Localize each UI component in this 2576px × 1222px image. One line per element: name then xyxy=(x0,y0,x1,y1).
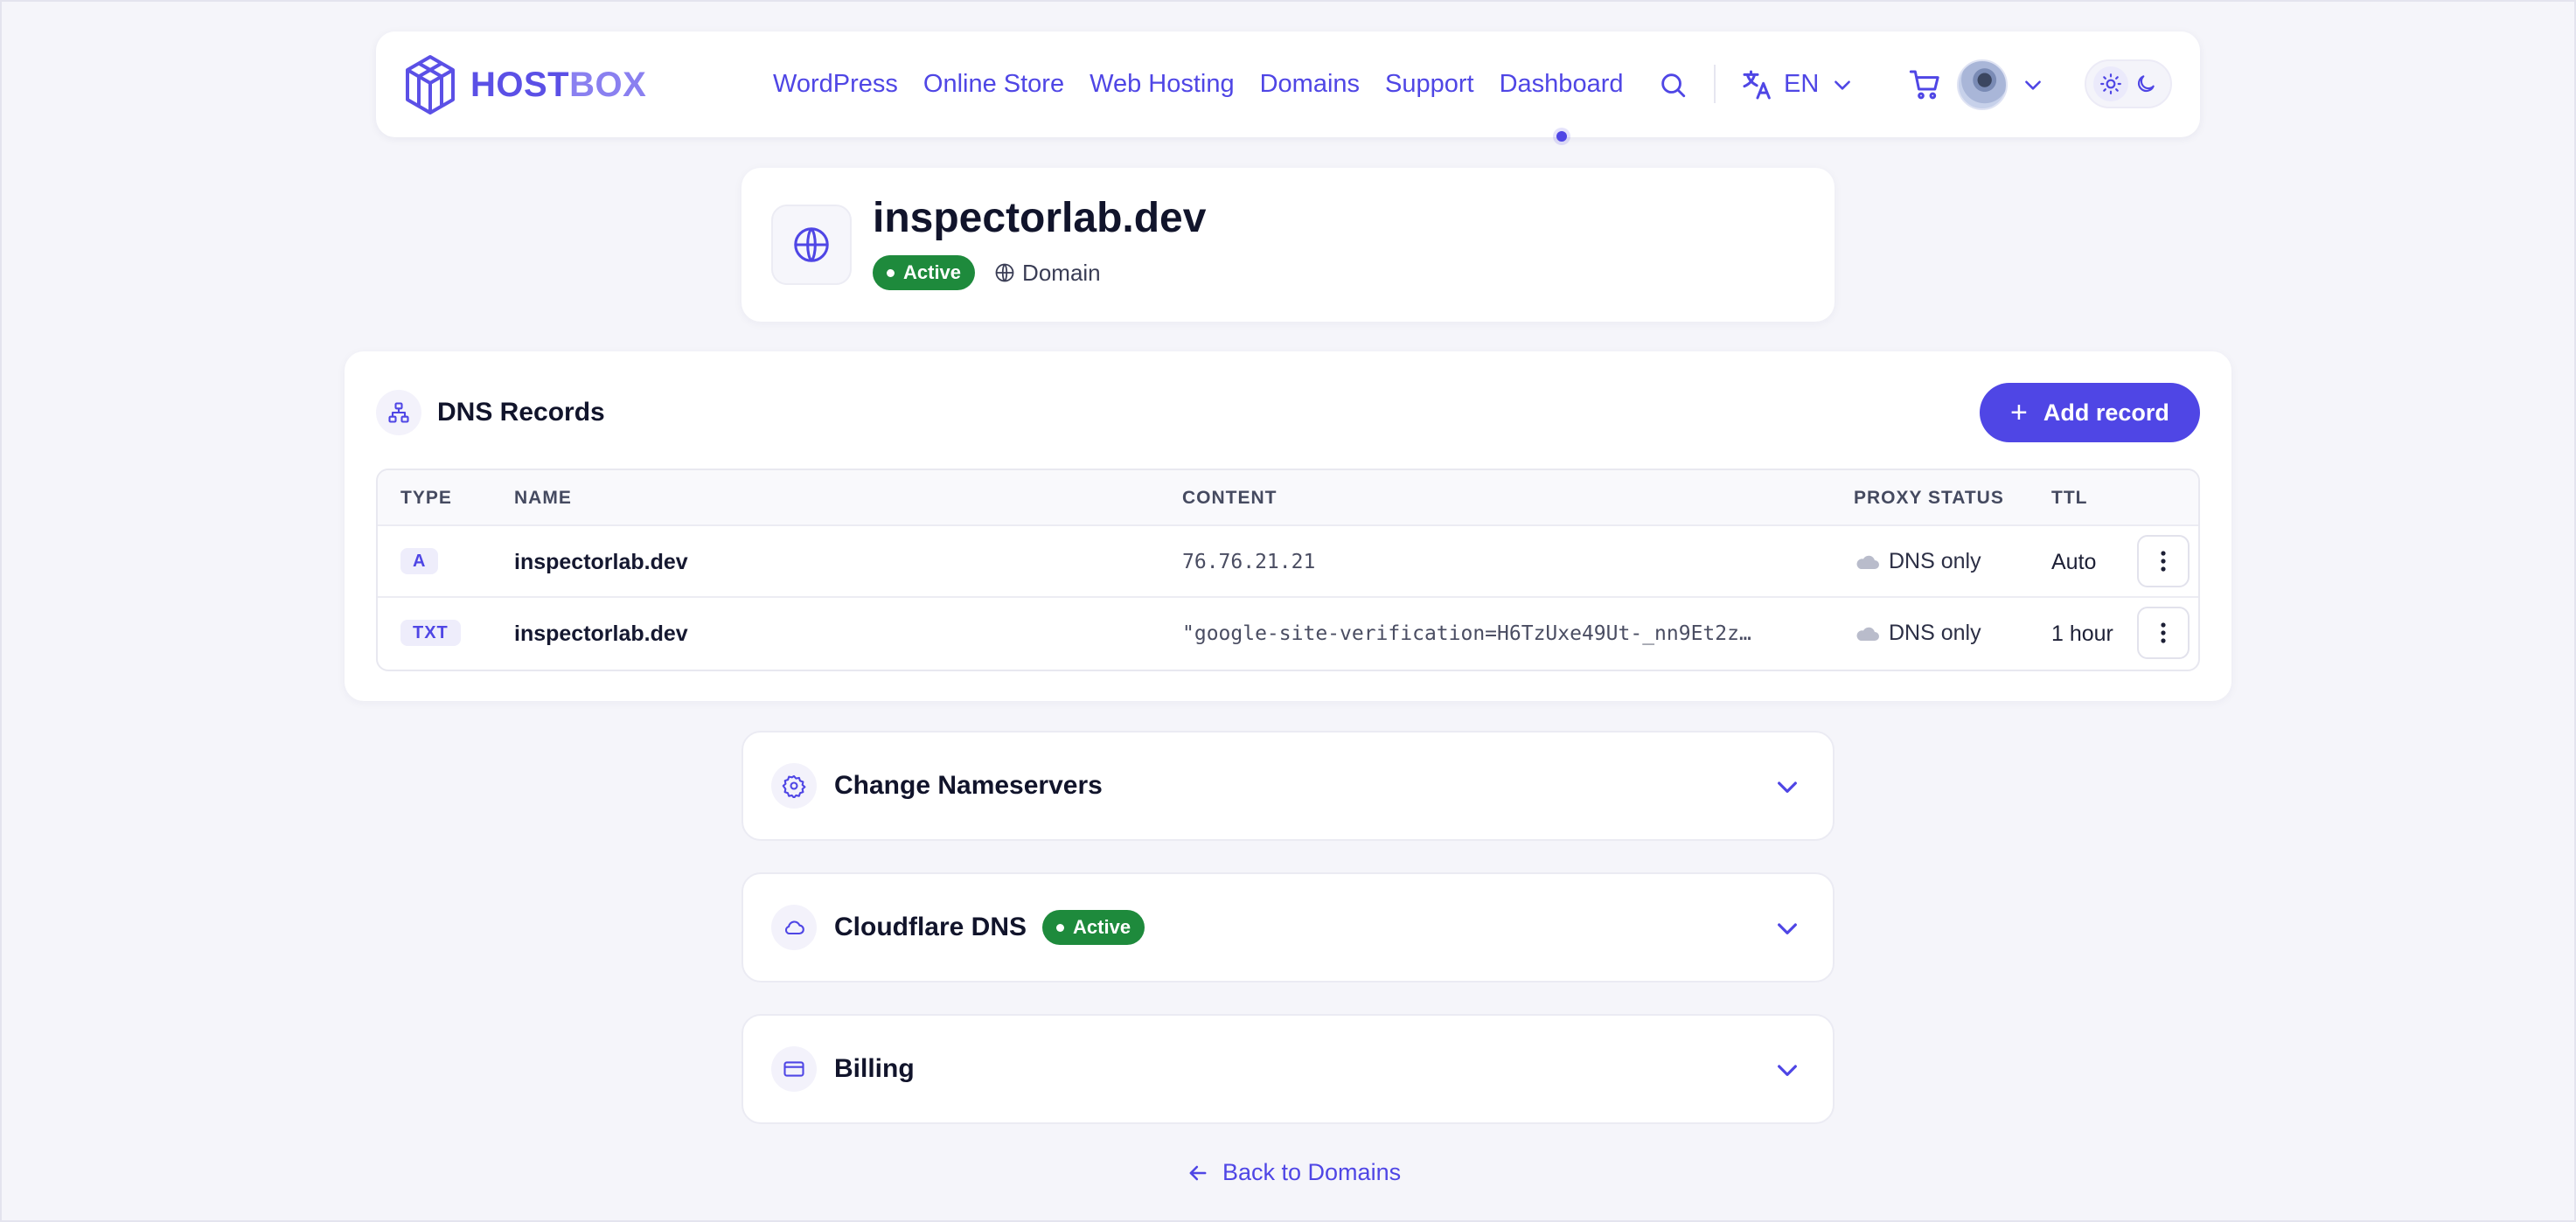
back-to-domains-link[interactable]: Back to Domains xyxy=(1186,1159,1401,1186)
record-actions-button[interactable] xyxy=(2137,607,2190,659)
more-vertical-icon xyxy=(2161,551,2166,572)
language-code: EN xyxy=(1784,70,1820,98)
status-dot xyxy=(1056,923,1065,932)
main-nav: WordPress Online Store Web Hosting Domai… xyxy=(773,31,1648,142)
record-proxy-status: DNS only xyxy=(1854,549,1981,574)
translate-icon xyxy=(1743,70,1771,99)
column-ttl: TTL xyxy=(2051,488,2088,508)
record-content: 76.76.21.21 xyxy=(1182,551,1316,573)
user-menu[interactable] xyxy=(1957,31,2044,137)
globe-icon xyxy=(995,263,1014,282)
accordion-header: Billing xyxy=(771,1046,915,1092)
globe-icon xyxy=(794,227,829,262)
section-title: Cloudflare DNS xyxy=(834,913,1027,941)
column-proxy-status: PROXY STATUS xyxy=(1854,488,2004,508)
section-title: Change Nameservers xyxy=(834,771,1103,800)
chevron-down-icon xyxy=(2025,80,2041,90)
nav-separator xyxy=(1714,65,1716,103)
cloud-icon xyxy=(1856,627,1879,641)
brand-name: HOSTBOX xyxy=(470,65,647,104)
nav-domains[interactable]: Domains xyxy=(1260,70,1360,99)
dns-records-title: DNS Records xyxy=(437,398,605,427)
table-header: TYPE NAME CONTENT PROXY STATUS TTL xyxy=(378,470,2198,526)
dns-records-card: DNS Records + Add record TYPE NAME CONTE… xyxy=(345,351,2231,701)
avatar xyxy=(1957,59,2008,110)
chevron-down-icon xyxy=(1835,80,1851,90)
dns-records-table: TYPE NAME CONTENT PROXY STATUS TTL A ins… xyxy=(376,469,2200,671)
nav-wordpress[interactable]: WordPress xyxy=(773,70,898,99)
light-mode-option[interactable] xyxy=(2093,66,2128,101)
record-proxy-status: DNS only xyxy=(1854,621,1981,646)
record-actions-button[interactable] xyxy=(2137,535,2190,587)
hexagon-cube-icon xyxy=(406,55,455,115)
table-row[interactable]: A inspectorlab.dev 76.76.21.21 DNS only … xyxy=(378,526,2198,598)
nav-support[interactable]: Support xyxy=(1385,70,1474,99)
search-button[interactable] xyxy=(1658,31,1688,137)
record-content: "google-site-verification=H6TzUxe49Ut-_n… xyxy=(1182,622,1751,645)
billing-section[interactable]: Billing xyxy=(741,1014,1835,1124)
record-ttl: Auto xyxy=(2051,550,2097,574)
status-badge: Active xyxy=(873,255,976,290)
column-name: NAME xyxy=(514,488,572,508)
nav-web-hosting[interactable]: Web Hosting xyxy=(1090,70,1235,99)
credit-card-icon xyxy=(771,1046,817,1092)
section-title: Billing xyxy=(834,1054,915,1083)
domain-kind: Domain xyxy=(994,260,1101,287)
record-name: inspectorlab.dev xyxy=(514,621,688,646)
change-nameservers-section[interactable]: Change Nameservers xyxy=(741,731,1835,841)
top-navbar: HOSTBOX WordPress Online Store Web Hosti… xyxy=(376,31,2200,142)
accordion-header: Change Nameservers xyxy=(771,763,1103,809)
cloudflare-dns-section[interactable]: Cloudflare DNS Active xyxy=(741,872,1835,982)
domain-header-card: inspectorlab.dev Active Domain xyxy=(741,168,1835,322)
dns-records-header: DNS Records xyxy=(376,390,605,435)
cart-icon xyxy=(1909,70,1939,99)
page-title: inspectorlab.dev xyxy=(873,195,1207,241)
record-type-badge: TXT xyxy=(400,620,461,646)
sun-icon xyxy=(2100,73,2121,94)
nav-dashboard[interactable]: Dashboard xyxy=(1500,70,1623,142)
brand-logo[interactable]: HOSTBOX xyxy=(404,54,646,115)
search-icon xyxy=(1661,73,1686,97)
domain-meta: Active Domain xyxy=(873,255,1101,290)
record-ttl: 1 hour xyxy=(2051,621,2113,646)
moon-icon xyxy=(2137,75,2155,93)
cloud-icon xyxy=(1856,555,1879,569)
record-name: inspectorlab.dev xyxy=(514,550,688,574)
column-content: CONTENT xyxy=(1182,488,1278,508)
gear-icon xyxy=(771,763,817,809)
cloud-icon xyxy=(771,905,817,950)
column-type: TYPE xyxy=(400,488,452,508)
cart-button[interactable] xyxy=(1908,31,1943,137)
plus-icon: + xyxy=(2010,396,2028,429)
table-row[interactable]: TXT inspectorlab.dev "google-site-verifi… xyxy=(378,598,2198,670)
arrow-left-icon xyxy=(1189,1165,1207,1180)
record-type-badge: A xyxy=(400,548,439,574)
language-selector[interactable]: EN xyxy=(1740,31,1854,137)
chevron-down-icon xyxy=(1778,923,1797,934)
add-record-button[interactable]: + Add record xyxy=(1980,383,2200,442)
theme-toggle[interactable] xyxy=(2085,59,2172,108)
domain-avatar xyxy=(771,205,852,285)
status-dot xyxy=(887,268,895,277)
nav-online-store[interactable]: Online Store xyxy=(923,70,1064,99)
accordion-header: Cloudflare DNS Active xyxy=(771,905,1145,950)
dark-mode-option[interactable] xyxy=(2128,66,2163,101)
chevron-down-icon xyxy=(1778,1065,1797,1076)
more-vertical-icon xyxy=(2161,622,2166,643)
status-badge: Active xyxy=(1042,910,1145,945)
chevron-down-icon xyxy=(1778,781,1797,793)
sitemap-icon xyxy=(376,390,421,435)
